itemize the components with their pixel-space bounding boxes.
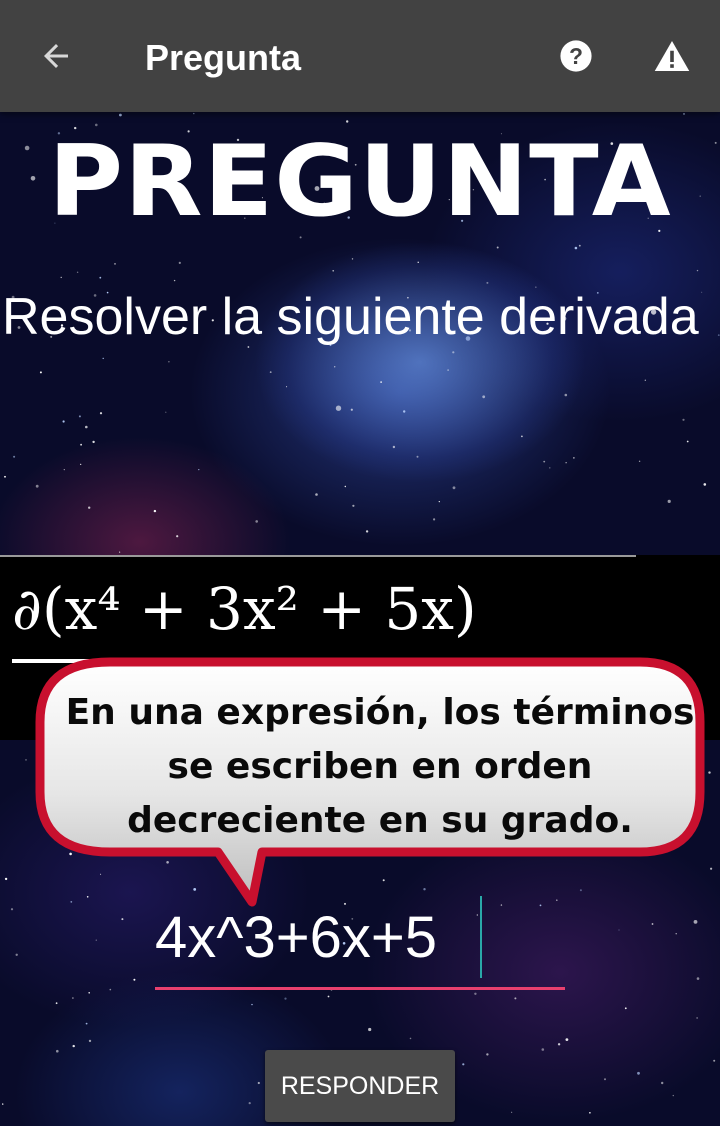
report-button[interactable]	[648, 32, 696, 80]
formula-numerator: ∂(x⁴ + 3x² + 5x)	[12, 575, 477, 643]
help-circle-icon: ?	[560, 40, 592, 72]
responder-button[interactable]: RESPONDER	[265, 1050, 455, 1122]
svg-text:?: ?	[569, 43, 583, 69]
hint-line-1: En una expresión, los términos	[65, 692, 695, 733]
hint-line-2: se escriben en orden	[167, 746, 593, 787]
question-text: Resolver la siguiente derivada	[2, 288, 699, 346]
text-cursor	[480, 896, 482, 978]
page-title: Pregunta	[145, 37, 302, 78]
answer-input[interactable]	[155, 892, 565, 984]
help-button[interactable]: ?	[552, 32, 600, 80]
back-button[interactable]	[24, 28, 88, 84]
answer-field[interactable]	[155, 892, 565, 992]
hint-text: En una expresión, los términos se escrib…	[60, 686, 700, 848]
app-screen: Pregunta ? PREGUNTA Resolver la siguient…	[0, 0, 720, 1126]
formula-top-border	[0, 555, 636, 557]
answer-underline	[155, 987, 565, 990]
warning-triangle-icon	[654, 41, 690, 71]
hint-line-3: decreciente en su grado.	[127, 800, 633, 841]
app-bar: Pregunta ?	[0, 0, 720, 112]
arrow-back-icon	[44, 44, 68, 68]
banner-title: PREGUNTA	[48, 125, 672, 239]
